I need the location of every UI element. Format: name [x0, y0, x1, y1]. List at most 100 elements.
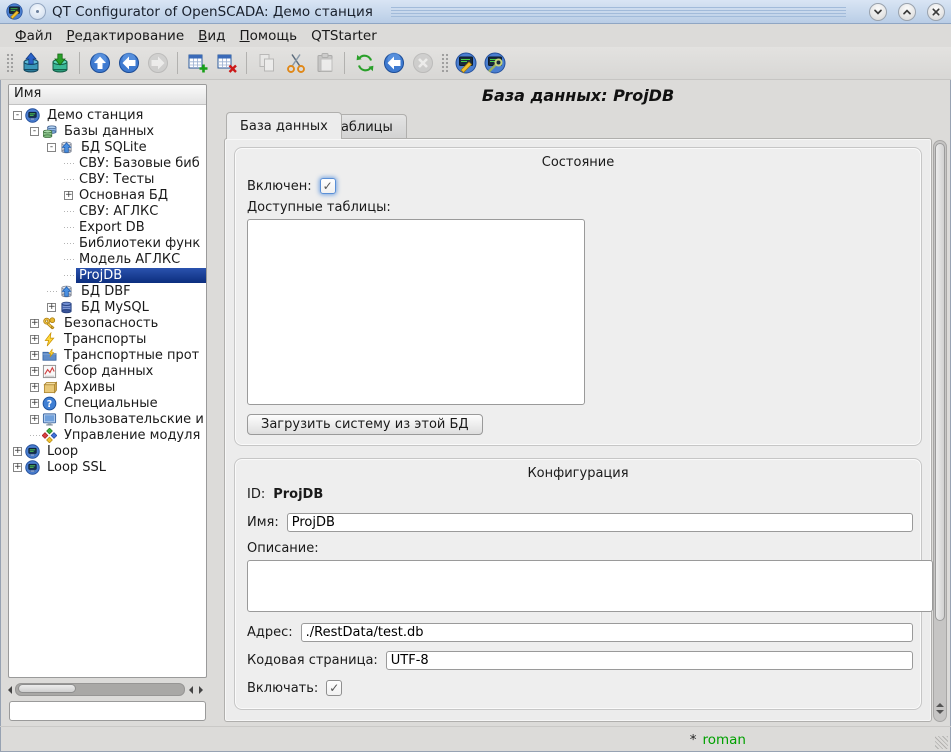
- tree-item[interactable]: +Основная БД: [9, 187, 206, 203]
- expand-icon[interactable]: +: [30, 367, 39, 376]
- tables-listbox[interactable]: [247, 219, 585, 405]
- config-groupbox: Конфигурация ID: ProjDB Имя: Описание: А…: [234, 458, 922, 710]
- tree-item[interactable]: +Транспортные прот: [9, 347, 206, 363]
- collapse-icon[interactable]: -: [13, 111, 22, 120]
- menu-help[interactable]: Помощь: [233, 26, 305, 46]
- menu-view[interactable]: Вид: [191, 26, 232, 46]
- tree-guide-line: [64, 179, 74, 180]
- scroll-left-icon[interactable]: [4, 686, 12, 694]
- menu-edit[interactable]: Редактирование: [59, 26, 191, 46]
- scrollbar-thumb[interactable]: [18, 684, 76, 693]
- menu-qtstarter[interactable]: QTStarter: [304, 26, 384, 46]
- collapse-icon[interactable]: -: [30, 127, 39, 136]
- window-menu-button[interactable]: [29, 3, 46, 20]
- main-vertical-scrollbar[interactable]: [933, 140, 947, 722]
- expand-icon[interactable]: +: [30, 415, 39, 424]
- expand-icon[interactable]: +: [13, 463, 22, 472]
- qtcfg-starter-alt-button[interactable]: [481, 50, 508, 77]
- scroll-arrow-pair: [185, 686, 207, 694]
- addr-input[interactable]: [301, 623, 913, 642]
- tree-item[interactable]: ProjDB: [9, 267, 206, 283]
- collapse-icon[interactable]: -: [47, 143, 56, 152]
- name-input[interactable]: [287, 513, 913, 532]
- tree-item[interactable]: + Loop: [9, 443, 206, 459]
- scroll-right-icon[interactable]: [199, 686, 207, 694]
- tree-item[interactable]: +Пользовательские и: [9, 411, 206, 427]
- refresh-button[interactable]: [351, 50, 378, 77]
- cut-icon: [285, 52, 307, 74]
- db-stack-icon: [42, 124, 57, 139]
- delete-item-button[interactable]: [213, 50, 240, 77]
- db-load-icon: [20, 52, 42, 74]
- maximize-button[interactable]: [898, 3, 916, 21]
- tree-item[interactable]: +Loop SSL: [9, 459, 206, 475]
- paste-icon: [314, 52, 336, 74]
- tree-item[interactable]: -Базы данных: [9, 123, 206, 139]
- check-icon: ✓: [329, 682, 339, 694]
- tree-item[interactable]: +Безопасность: [9, 315, 206, 331]
- tab-database[interactable]: База данных: [226, 112, 342, 139]
- scroll-left-icon[interactable]: [185, 686, 193, 694]
- scrollbar-track[interactable]: [15, 683, 185, 696]
- arrow-forward-icon: [147, 52, 169, 74]
- load-system-button[interactable]: Загрузить систему из этой БД: [247, 414, 483, 435]
- status-user: *roman: [690, 732, 746, 748]
- expand-icon[interactable]: +: [30, 335, 39, 344]
- expand-icon[interactable]: +: [30, 351, 39, 360]
- scroll-down-icon[interactable]: [936, 710, 944, 718]
- tree-item[interactable]: СВУ: Базовые биб: [9, 155, 206, 171]
- tree-item[interactable]: +?Специальные: [9, 395, 206, 411]
- tree-item[interactable]: -БД SQLite: [9, 139, 206, 155]
- archive-icon: [42, 380, 57, 395]
- toolbar-handle-icon[interactable]: [440, 52, 448, 74]
- qtcfg-starter-button[interactable]: [452, 50, 479, 77]
- start-update-button[interactable]: [380, 50, 407, 77]
- codepage-input[interactable]: [386, 651, 913, 670]
- close-button[interactable]: [927, 3, 945, 21]
- tree-item[interactable]: Управление модуля: [9, 427, 206, 443]
- tree-item[interactable]: СВУ: АГЛКС: [9, 203, 206, 219]
- expand-icon[interactable]: +: [30, 383, 39, 392]
- enabled-checkbox[interactable]: ✓: [320, 178, 336, 194]
- toolbar-handle-icon[interactable]: [5, 52, 13, 74]
- cut-item-button[interactable]: [282, 50, 309, 77]
- tree-item[interactable]: Export DB: [9, 219, 206, 235]
- stop-update-button[interactable]: [409, 50, 436, 77]
- menu-file[interactable]: Файл: [8, 26, 59, 46]
- go-forward-button[interactable]: [144, 50, 171, 77]
- load-from-db-button[interactable]: [17, 50, 44, 77]
- tree-header[interactable]: Имя: [9, 85, 206, 105]
- tree-item[interactable]: Модель АГЛКС: [9, 251, 206, 267]
- tree-filter-input[interactable]: [9, 701, 206, 721]
- expand-icon[interactable]: +: [47, 303, 56, 312]
- tree-item[interactable]: БД DBF: [9, 283, 206, 299]
- db-arrow-icon: [59, 284, 74, 299]
- toenable-checkbox[interactable]: ✓: [326, 680, 342, 696]
- tree-item[interactable]: +Архивы: [9, 379, 206, 395]
- expand-icon[interactable]: +: [30, 319, 39, 328]
- tree-item[interactable]: Библиотеки функ: [9, 235, 206, 251]
- resize-grip-icon[interactable]: [935, 736, 948, 749]
- tree-item[interactable]: +Транспорты: [9, 331, 206, 347]
- tab-content-pane: Состояние Включен: ✓ Доступные таблицы: …: [224, 138, 932, 722]
- expand-icon[interactable]: +: [64, 191, 73, 200]
- tree-item[interactable]: СВУ: Тесты: [9, 171, 206, 187]
- copy-item-button[interactable]: [253, 50, 280, 77]
- tree-item[interactable]: -Демо станция: [9, 107, 206, 123]
- tree-item-label: Loop: [44, 444, 81, 459]
- paste-item-button[interactable]: [311, 50, 338, 77]
- scrollbar-thumb[interactable]: [935, 143, 945, 621]
- save-to-db-button[interactable]: [46, 50, 73, 77]
- descr-textarea[interactable]: [247, 560, 933, 612]
- tree-item-label: ProjDB: [76, 268, 206, 283]
- add-item-button[interactable]: [184, 50, 211, 77]
- expand-icon[interactable]: +: [13, 447, 22, 456]
- go-up-button[interactable]: [86, 50, 113, 77]
- transport-icon: [42, 332, 57, 347]
- minimize-button[interactable]: [869, 3, 887, 21]
- tree-item[interactable]: +БД MySQL: [9, 299, 206, 315]
- tree-item[interactable]: +Сбор данных: [9, 363, 206, 379]
- go-back-button[interactable]: [115, 50, 142, 77]
- scroll-up-icon[interactable]: [936, 699, 944, 707]
- expand-icon[interactable]: +: [30, 399, 39, 408]
